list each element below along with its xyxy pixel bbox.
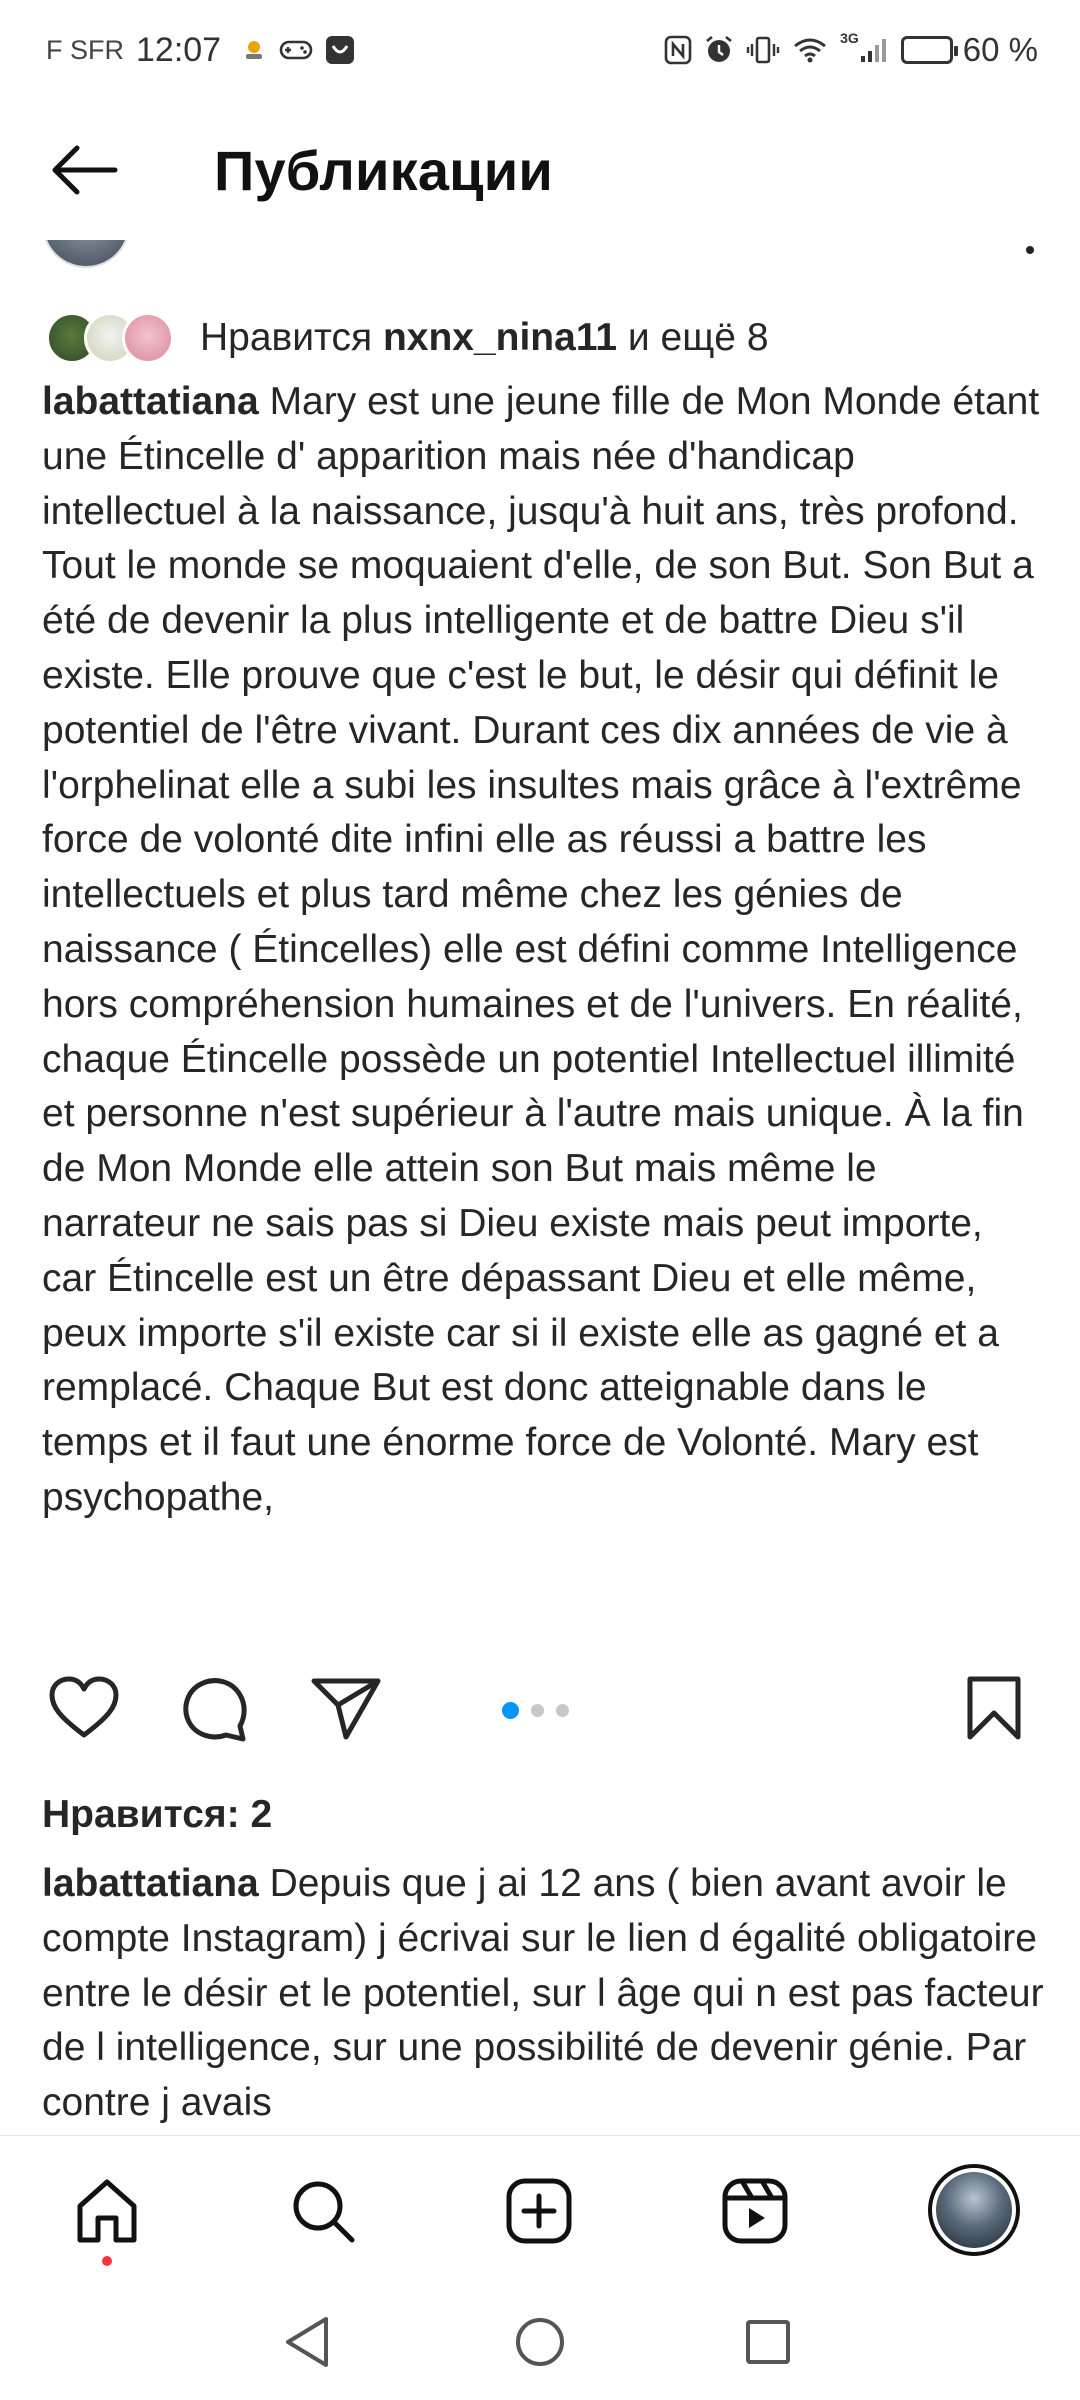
profile-avatar — [936, 2172, 1012, 2248]
comment-icon — [183, 1678, 247, 1742]
save-button[interactable] — [956, 1670, 1032, 1746]
circle-home-icon — [516, 2318, 564, 2366]
carrier-label: F SFR — [46, 34, 124, 65]
nav-profile-button[interactable] — [928, 2164, 1020, 2256]
more-options-icon[interactable] — [1026, 246, 1034, 254]
liked-by-username[interactable]: nxnx_nina11 — [383, 316, 617, 359]
signal-icon: 3G — [840, 30, 889, 64]
weather-icon — [241, 37, 267, 63]
back-button[interactable] — [44, 130, 124, 210]
system-back-button[interactable] — [272, 2307, 342, 2377]
post-action-bar — [0, 1640, 1080, 1770]
liked-by-text: Нравится nxnx_nina11 и ещё 8 — [200, 316, 769, 360]
heart-icon — [49, 1676, 119, 1738]
page-title: Публикации — [214, 138, 554, 202]
system-recents-button[interactable] — [733, 2307, 803, 2377]
alarm-icon — [704, 35, 734, 65]
app-notification-icon — [325, 35, 355, 65]
create-icon — [506, 2178, 572, 2244]
carousel-dot — [556, 1704, 569, 1717]
battery-icon — [900, 36, 958, 64]
nav-reels-button[interactable] — [712, 2168, 798, 2254]
carousel-dot — [531, 1704, 544, 1717]
reels-icon — [722, 2178, 788, 2244]
liker-avatar — [122, 312, 174, 364]
liked-by-row[interactable]: Нравится nxnx_nina11 и ещё 8 — [46, 312, 769, 364]
comment: labattatiana Depuis que j ai 12 ans ( bi… — [42, 1857, 1052, 2135]
top-app-bar: Публикации — [0, 100, 1080, 240]
network-type-label: 3G — [840, 30, 859, 46]
nav-create-button[interactable] — [496, 2168, 582, 2254]
nav-search-button[interactable] — [280, 2168, 366, 2254]
bottom-navigation — [0, 2135, 1080, 2285]
post-caption: labattatiana Mary est une jeune fille de… — [42, 375, 1042, 1632]
liked-by-avatars — [46, 312, 174, 364]
clock: 12:07 — [136, 30, 222, 69]
screen: F SFR 12:07 3G 60 % Публикации Нравится … — [0, 0, 1080, 2400]
share-button[interactable] — [308, 1670, 384, 1746]
nfc-icon — [664, 35, 692, 65]
post-author-avatar[interactable] — [42, 240, 130, 268]
likes-count[interactable]: Нравится: 2 — [42, 1793, 272, 1837]
status-bar-left: F SFR 12:07 — [46, 31, 355, 70]
caption-username[interactable]: labattatiana — [42, 380, 259, 423]
liked-by-prefix: Нравится — [200, 316, 383, 359]
status-bar: F SFR 12:07 3G 60 % — [0, 0, 1080, 100]
caption-text: Mary est une jeune fille de Mon Monde ét… — [42, 380, 1040, 1519]
game-controller-icon — [279, 37, 313, 63]
notification-dot — [102, 2256, 112, 2266]
comment-username[interactable]: labattatiana — [42, 1862, 259, 1905]
status-bar-right: 3G 60 % — [664, 30, 1038, 69]
battery-indicator: 60 % — [900, 31, 1038, 69]
system-home-button[interactable] — [505, 2307, 575, 2377]
send-icon — [311, 1678, 381, 1740]
vibrate-icon — [746, 35, 780, 65]
post-feed[interactable]: Нравится nxnx_nina11 и ещё 8 labattatian… — [0, 240, 1080, 2135]
battery-percent: 60 % — [962, 31, 1038, 68]
bookmark-icon — [967, 1676, 1021, 1740]
liked-by-suffix[interactable]: и ещё 8 — [617, 316, 769, 359]
carousel-dot — [502, 1702, 519, 1719]
arrow-left-icon — [52, 145, 118, 195]
system-navigation-bar — [0, 2285, 1080, 2400]
triangle-back-icon — [286, 2317, 328, 2367]
wifi-icon — [792, 36, 828, 64]
search-icon — [293, 2181, 355, 2243]
comment-button[interactable] — [176, 1670, 252, 1746]
square-recents-icon — [746, 2320, 790, 2364]
home-icon — [77, 2179, 137, 2243]
nav-home-button[interactable] — [64, 2168, 150, 2254]
like-button[interactable] — [46, 1670, 122, 1746]
carousel-indicator — [502, 1702, 569, 1719]
